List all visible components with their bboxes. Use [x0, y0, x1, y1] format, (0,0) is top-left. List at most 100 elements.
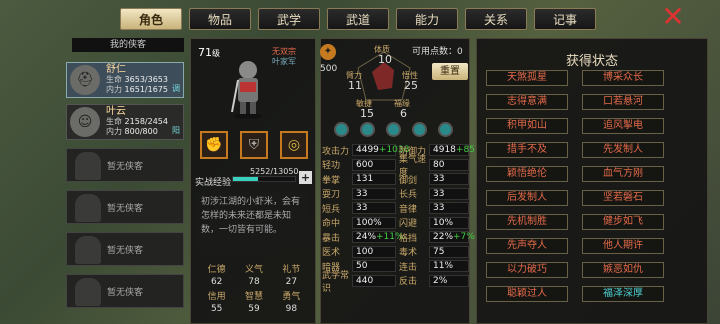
character-description: 初涉江湖的小虾米，会有怎样的未来还都是未知数，一切皆有可能。 [198, 192, 310, 250]
stat-label: 耍刀 [322, 190, 341, 201]
status-badge[interactable]: 嫉恶如仇 [582, 262, 664, 278]
stat-value: 2% [429, 274, 469, 287]
gem-slot-icon[interactable] [386, 122, 401, 137]
member-tag: 阳 [172, 126, 180, 135]
stat-label: 轻功 [322, 161, 341, 172]
gem-slot-icon[interactable] [412, 122, 427, 137]
status-badge[interactable]: 措手不及 [486, 142, 568, 158]
empty-slot[interactable]: 暂无侠客 [66, 190, 184, 224]
stat-label: 格挡 [399, 233, 418, 244]
empty-slot[interactable]: 暂无侠客 [66, 274, 184, 308]
exp-value: 5252/13050 [250, 167, 299, 176]
status-badge[interactable]: 他人期许 [582, 238, 664, 254]
mp-label: 内力 [106, 85, 122, 94]
add-exp-button[interactable]: + [299, 171, 312, 184]
character-sprite [228, 58, 268, 120]
status-badge[interactable]: 博采众长 [582, 70, 664, 86]
stat-label: 医术 [322, 248, 341, 259]
exp-label: 实战经验 [195, 178, 232, 188]
tab-notes[interactable]: 记事 [534, 8, 596, 30]
status-badge[interactable]: 先发制人 [582, 142, 664, 158]
member-tag: 调 [172, 84, 180, 93]
status-badge[interactable]: 聪颖过人 [486, 286, 568, 302]
close-icon[interactable]: ✕ [660, 3, 686, 31]
status-badge[interactable]: 后发制人 [486, 190, 568, 206]
stat-value: 11% [429, 260, 469, 273]
status-badge[interactable]: 颖悟绝伦 [486, 166, 568, 182]
attr-value: 11 [348, 79, 362, 92]
gauntlet-icon: ✊ [205, 137, 223, 153]
tab-martial[interactable]: 武学 [258, 8, 320, 30]
accessory-slot[interactable]: ◎ [280, 131, 308, 159]
tab-relations[interactable]: 关系 [465, 8, 527, 30]
armor-icon: ⛨ [248, 137, 260, 153]
armor-slot[interactable]: ⛨ [240, 131, 268, 159]
status-badge[interactable]: 先声夺人 [486, 238, 568, 254]
tab-character[interactable]: 角色 [120, 8, 182, 30]
silhouette-icon [75, 236, 101, 264]
gem-slots [334, 122, 453, 137]
empty-label: 暂无侠客 [106, 245, 143, 256]
status-badge[interactable]: 以力破巧 [486, 262, 568, 278]
gem-slot-icon[interactable] [438, 122, 453, 137]
stat-row: 暴击 24%+11% 格挡 22%+7% [322, 230, 482, 245]
status-title: 获得状态 [565, 54, 618, 69]
rank-label: 叶家军 [272, 57, 296, 66]
stat-label: 御剑 [399, 175, 418, 186]
status-badge[interactable]: 福泽深厚 [582, 286, 664, 302]
mp-value: 1651/1675 [124, 85, 168, 94]
status-badge[interactable]: 积甲如山 [486, 118, 568, 134]
status-badge[interactable]: 志得意满 [486, 94, 568, 110]
gem-slot-icon[interactable] [360, 122, 375, 137]
virtue-label: 信用 [207, 292, 226, 302]
party-member-card[interactable]: ⛑ 舒仁 生命 3653/3653 内力 1651/1675 调 [66, 62, 184, 98]
virtue-label: 礼节 [282, 265, 301, 275]
virtue-value: 27 [285, 277, 298, 287]
gem-slot-icon[interactable] [334, 122, 349, 137]
virtue-grid: 仁德 义气 礼节 62 78 27 信用 智慧 勇气 55 59 98 [198, 262, 310, 314]
virtue-label: 勇气 [282, 292, 301, 302]
stat-value: 33 [429, 187, 469, 200]
tab-dao[interactable]: 武道 [327, 8, 389, 30]
mp-label: 内力 [106, 127, 122, 136]
silhouette-icon [75, 278, 101, 306]
tab-items[interactable]: 物品 [189, 8, 251, 30]
stat-label: 武学常识 [322, 270, 350, 294]
status-badge[interactable]: 先机制胜 [486, 214, 568, 230]
member-name: 舒仁 [106, 64, 126, 75]
empty-slot[interactable]: 暂无侠客 [66, 232, 184, 266]
attr-value: 25 [404, 79, 418, 92]
stat-label: 攻击力 [322, 146, 350, 157]
status-badge[interactable]: 天煞孤星 [486, 70, 568, 86]
hp-value: 3653/3653 [124, 75, 168, 84]
empty-label: 暂无侠客 [106, 203, 143, 214]
status-badge[interactable]: 追风掣电 [582, 118, 664, 134]
empty-slot[interactable]: 暂无侠客 [66, 148, 184, 182]
status-badge[interactable]: 口若悬河 [582, 94, 664, 110]
stat-row: 武学常识 440 反击 2% [322, 271, 482, 294]
empty-label: 暂无侠客 [106, 287, 143, 298]
weapon-slot[interactable]: ✊ [200, 131, 228, 159]
silhouette-icon [75, 152, 101, 180]
stat-row: 短兵 33 音律 33 [322, 201, 482, 216]
party-member-card[interactable]: ☺ 叶云 生命 2158/2454 内力 800/800 阳 [66, 104, 184, 140]
stat-value: 440 [352, 274, 396, 287]
tab-ability[interactable]: 能力 [396, 8, 458, 30]
stat-label: 命中 [322, 219, 341, 230]
silhouette-icon [75, 194, 101, 222]
status-badge[interactable]: 坚若磐石 [582, 190, 664, 206]
stat-label: 拳掌 [322, 175, 341, 186]
virtue-value: 59 [248, 304, 260, 314]
points-value: 500 [320, 64, 338, 74]
status-badge[interactable]: 健步如飞 [582, 214, 664, 230]
mp-value: 800/800 [124, 127, 158, 136]
stat-value: 33 [429, 173, 469, 186]
hp-value: 2158/2454 [124, 117, 168, 126]
stat-label: 短兵 [322, 204, 341, 215]
stat-label: 长兵 [399, 190, 418, 201]
stat-value: 33 [429, 202, 469, 215]
reset-button[interactable]: 重置 [432, 63, 468, 80]
stat-value: 100% [352, 216, 396, 229]
stat-label: 连击 [399, 262, 418, 273]
status-badge[interactable]: 血气方刚 [582, 166, 664, 182]
